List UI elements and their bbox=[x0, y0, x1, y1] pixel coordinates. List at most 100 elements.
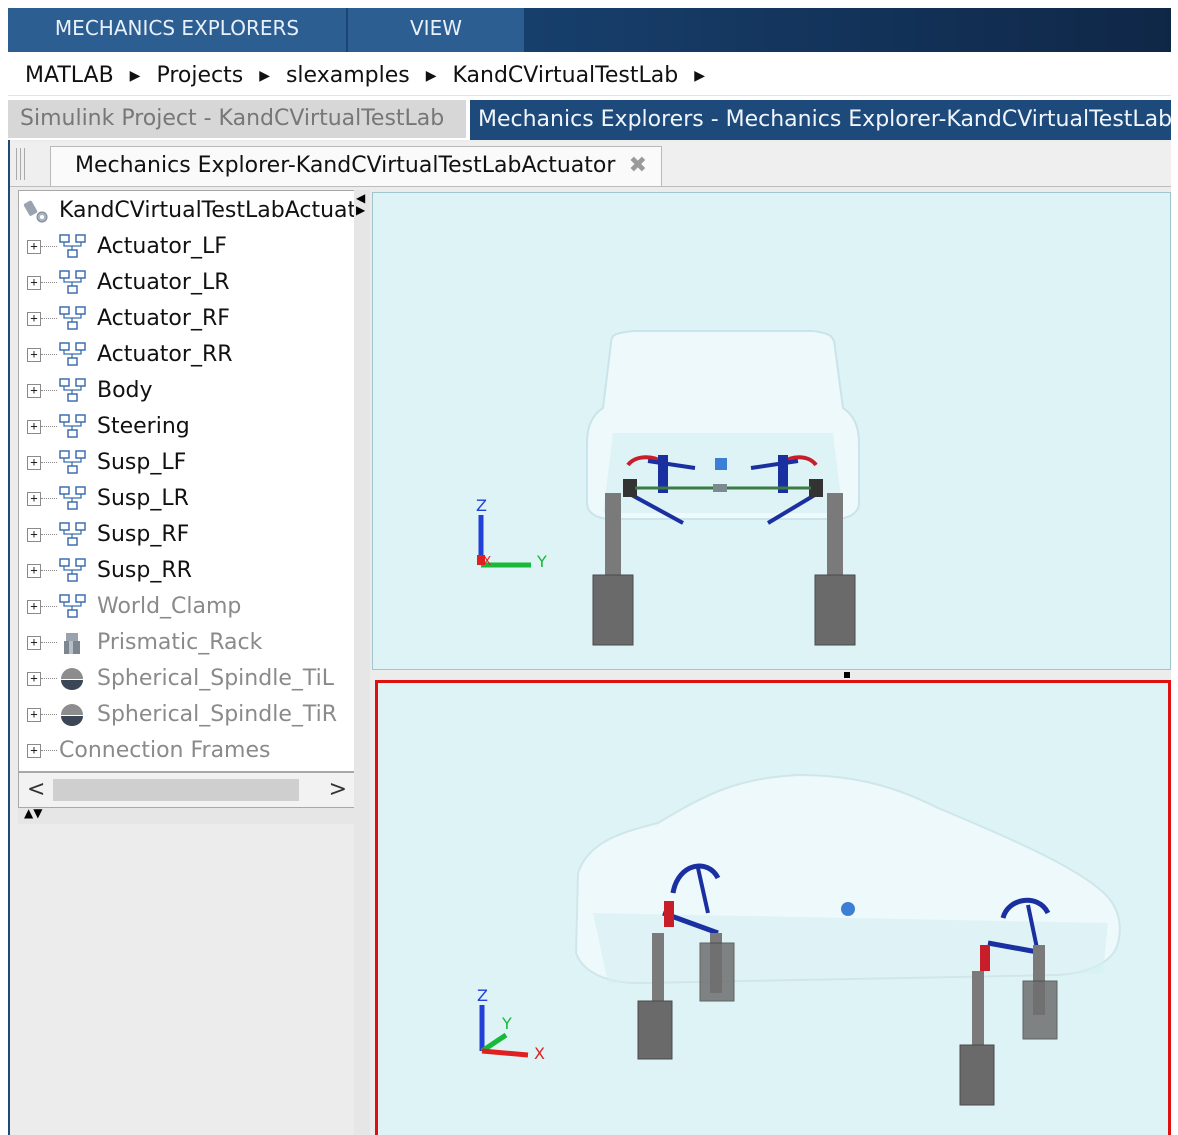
divider-handle[interactable] bbox=[844, 672, 850, 678]
expand-icon[interactable]: + bbox=[27, 744, 41, 758]
tree-connector bbox=[41, 390, 57, 391]
tree-connector bbox=[41, 642, 57, 643]
tree-item[interactable]: + Steering bbox=[19, 409, 355, 445]
tree-connector bbox=[41, 246, 57, 247]
spherical-joint-icon bbox=[61, 668, 83, 690]
tree-item[interactable]: + Actuator_RR bbox=[19, 337, 355, 373]
horizontal-scrollbar[interactable]: < > bbox=[18, 772, 356, 808]
expand-icon[interactable]: + bbox=[27, 276, 41, 290]
chevron-right-icon[interactable]: ▶ bbox=[426, 68, 437, 84]
z-axis-label: Z bbox=[476, 496, 487, 515]
tree-root[interactable]: KandCVirtualTestLabActuato bbox=[19, 193, 356, 229]
breadcrumb-item[interactable]: KandCVirtualTestLab bbox=[452, 63, 678, 88]
tree-item-label: Susp_RF bbox=[97, 522, 190, 547]
expand-icon[interactable]: + bbox=[27, 672, 41, 686]
tree-item-label: Steering bbox=[97, 414, 190, 439]
tree-item-label: Susp_LR bbox=[97, 486, 189, 511]
tree-item[interactable]: + Prismatic_Rack bbox=[19, 625, 355, 661]
tree-item-label: Susp_RR bbox=[97, 558, 192, 583]
expand-icon[interactable]: + bbox=[27, 636, 41, 650]
tab-label: Mechanics Explorer-KandCVirtualTestLabAc… bbox=[75, 153, 616, 178]
tree-connector bbox=[41, 570, 57, 571]
tree-item[interactable]: + Actuator_RF bbox=[19, 301, 355, 337]
vertical-splitter[interactable]: ◀ ▶ bbox=[354, 190, 370, 1135]
tree-connector bbox=[41, 750, 57, 751]
tree-item[interactable]: + Body bbox=[19, 373, 355, 409]
tree-connector bbox=[41, 462, 57, 463]
expand-icon[interactable]: + bbox=[27, 456, 41, 470]
tree-item[interactable]: + Susp_LR bbox=[19, 481, 355, 517]
tree-item-label: Actuator_RR bbox=[97, 342, 233, 367]
tree-item[interactable]: + Susp_RR bbox=[19, 553, 355, 589]
tab-mechanics-explorers[interactable]: MECHANICS EXPLORERS bbox=[8, 8, 346, 52]
drag-grip-icon[interactable] bbox=[16, 148, 28, 180]
horizontal-splitter[interactable]: ▲▼ bbox=[18, 806, 354, 825]
breadcrumb-item[interactable]: slexamples bbox=[286, 63, 410, 88]
body-cg-marker bbox=[715, 458, 727, 470]
viewport-front[interactable]: Z Y X bbox=[372, 192, 1171, 670]
tree-connector bbox=[41, 678, 57, 679]
close-icon[interactable]: ✖ bbox=[629, 147, 647, 185]
axis-triad: Z Y X bbox=[477, 986, 545, 1063]
breadcrumb-item[interactable]: MATLAB bbox=[25, 63, 114, 88]
subsystem-icon bbox=[59, 234, 86, 258]
collapse-arrows-icon[interactable]: ▲▼ bbox=[24, 806, 42, 820]
chevron-right-icon[interactable]: > bbox=[329, 777, 347, 802]
tree-item[interactable]: + Susp_RF bbox=[19, 517, 355, 553]
rack-housing bbox=[713, 484, 727, 492]
properties-panel bbox=[18, 824, 354, 1135]
tree-root-label: KandCVirtualTestLabActuato bbox=[59, 198, 356, 223]
tab-view[interactable]: VIEW bbox=[348, 8, 524, 52]
tab-mechanics-explorers[interactable]: Mechanics Explorers - Mechanics Explorer… bbox=[470, 100, 1171, 140]
tree-connector bbox=[41, 534, 57, 535]
expand-icon[interactable]: + bbox=[27, 528, 41, 542]
tree-item-label: Actuator_RF bbox=[97, 306, 230, 331]
body-cg-marker bbox=[841, 902, 855, 916]
model-tree: KandCVirtualTestLabActuato + Actuator_LF +… bbox=[18, 190, 356, 772]
tree-item-label: World_Clamp bbox=[97, 594, 242, 619]
expand-icon[interactable]: + bbox=[27, 420, 41, 434]
collapse-arrows-icon[interactable]: ◀ ▶ bbox=[356, 192, 365, 216]
tree-connector bbox=[41, 282, 57, 283]
toolstrip: MECHANICS EXPLORERS VIEW bbox=[8, 8, 1171, 52]
chevron-left-icon[interactable]: < bbox=[27, 777, 45, 802]
tab-simulink-project[interactable]: Simulink Project - KandCVirtualTestLab bbox=[8, 100, 466, 138]
breadcrumb: MATLAB ▶ Projects ▶ slexamples ▶ KandCVi… bbox=[8, 56, 1171, 96]
tree-item[interactable]: + Actuator_LR bbox=[19, 265, 355, 301]
breadcrumb-item[interactable]: Projects bbox=[156, 63, 243, 88]
tree-item[interactable]: + Spherical_Spindle_TiL bbox=[19, 661, 355, 697]
chevron-right-icon[interactable]: ▶ bbox=[259, 68, 270, 84]
subsystem-icon bbox=[59, 414, 86, 438]
tree-item-label: Spherical_Spindle_TiR bbox=[97, 702, 338, 727]
tree-connector bbox=[41, 498, 57, 499]
tree-item[interactable]: + Spherical_Spindle_TiR bbox=[19, 697, 355, 733]
tree-item[interactable]: + World_Clamp bbox=[19, 589, 355, 625]
tree-item-label: Prismatic_Rack bbox=[97, 630, 263, 655]
expand-icon[interactable]: + bbox=[27, 312, 41, 326]
expand-icon[interactable]: + bbox=[27, 240, 41, 254]
tree-item-label: Susp_LF bbox=[97, 450, 187, 475]
scrollbar-thumb[interactable] bbox=[53, 779, 299, 801]
viewport-isometric[interactable]: Z Y X bbox=[375, 680, 1171, 1135]
expand-icon[interactable]: + bbox=[27, 600, 41, 614]
front-view-scene: Z Y X bbox=[476, 330, 860, 646]
expand-icon[interactable]: + bbox=[27, 384, 41, 398]
document-tab-bar: Simulink Project - KandCVirtualTestLab M… bbox=[8, 98, 1171, 140]
subsystem-icon bbox=[59, 270, 86, 294]
tree-connector bbox=[41, 426, 57, 427]
tab-mechanics-explorer[interactable]: Mechanics Explorer-KandCVirtualTestLabAc… bbox=[50, 146, 662, 186]
tree-item[interactable]: + Actuator_LF bbox=[19, 229, 355, 265]
expand-icon[interactable]: + bbox=[27, 708, 41, 722]
viewport-divider[interactable] bbox=[372, 670, 1171, 680]
chevron-right-icon[interactable]: ▶ bbox=[694, 68, 705, 84]
tree-item[interactable]: + Connection Frames bbox=[19, 733, 355, 769]
chevron-right-icon[interactable]: ▶ bbox=[130, 68, 141, 84]
expand-icon[interactable]: + bbox=[27, 492, 41, 506]
spherical-joint-icon bbox=[61, 704, 83, 726]
expand-icon[interactable]: + bbox=[27, 564, 41, 578]
tree-item[interactable]: + Susp_LF bbox=[19, 445, 355, 481]
expand-icon[interactable]: + bbox=[27, 348, 41, 362]
axis-triad: Z Y X bbox=[476, 496, 547, 571]
subsystem-icon bbox=[59, 594, 86, 618]
subsystem-icon bbox=[59, 522, 86, 546]
